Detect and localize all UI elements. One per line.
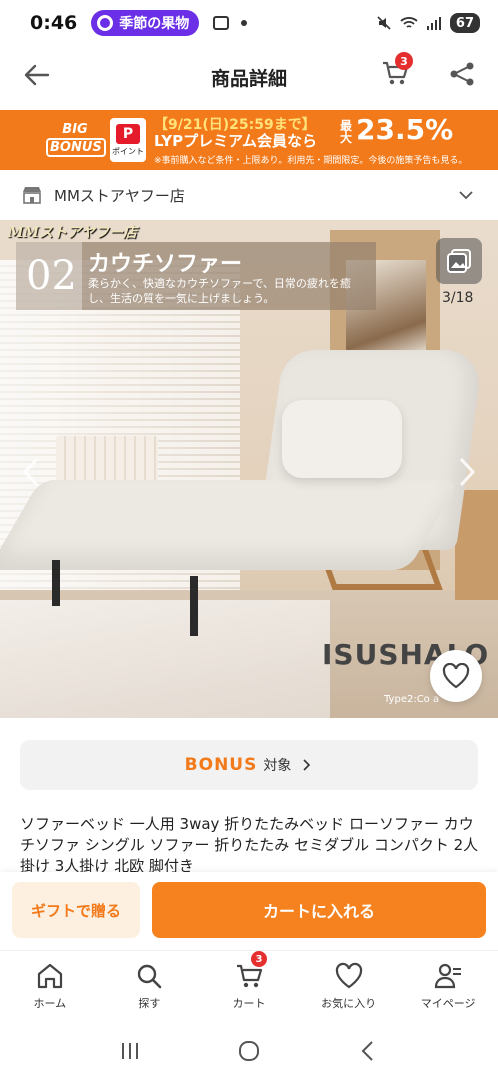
nav-label: ホーム [33, 997, 67, 1010]
home-icon [37, 963, 62, 989]
mute-icon [377, 16, 391, 30]
action-bar: ギフトで贈る カートに入れる [0, 872, 498, 950]
status-time: 0:46 [30, 12, 78, 34]
bottom-nav: ホーム 探す 3 カート お気に入り マイページ [0, 950, 498, 1022]
cart-badge: 3 [395, 52, 413, 70]
banner-note: ※事前購入など条件・上限あり。利用先・期間限定。今後の施策予告も見る。 [154, 156, 468, 166]
banner-percent-block: 最大 23.5% [340, 113, 454, 146]
store-row[interactable]: MMストアヤフー店 [0, 170, 498, 220]
feature-number: 02 [26, 253, 77, 299]
nav-label: お気に入り [321, 997, 377, 1010]
image-counter: 3/18 [442, 290, 474, 306]
battery-indicator: 67 [449, 13, 480, 33]
gift-button[interactable]: ギフトで贈る [12, 882, 140, 938]
feature-description: 柔らかく、快適なカウチソファーで、日常の疲れを癒し、生活の質を一気に上げましょう… [88, 277, 351, 306]
big-bonus-logo: BIG BONUS [46, 123, 106, 157]
home-circle-icon[interactable] [237, 1039, 261, 1063]
search-icon [138, 964, 162, 989]
shop-icon [23, 187, 41, 204]
sofa-seat [0, 480, 460, 570]
paypay-icon: P [116, 123, 140, 144]
page-title: 商品詳細 [210, 67, 287, 90]
status-pill-text: 季節の果物 [119, 16, 190, 32]
status-bar: 0:46 季節の果物 67 [0, 0, 498, 46]
feature-box: 02 カウチソファー 柔らかく、快適なカウチソファーで、日常の疲れを癒し、生活の… [16, 242, 376, 310]
wifi-icon [400, 17, 418, 28]
heart-icon [335, 962, 362, 989]
nav-item-mypage[interactable]: マイページ [398, 951, 498, 1022]
bonus-target-label: 対象 [263, 758, 292, 774]
bonus-target-row[interactable]: BONUS 対象 [20, 740, 478, 790]
nav-label: マイページ [420, 997, 476, 1010]
bonus-logo: BONUS [184, 755, 258, 775]
feature-title: カウチソファー [88, 252, 243, 277]
banner-max-label: 最大 [340, 119, 353, 145]
status-notification-pill[interactable]: 季節の果物 [91, 10, 200, 36]
gallery-icon [447, 249, 471, 273]
sofa-leg [52, 560, 60, 606]
back-arrow-icon[interactable] [22, 60, 52, 90]
share-icon[interactable] [448, 60, 476, 88]
record-icon [97, 15, 114, 31]
user-icon [435, 963, 462, 989]
store-name: MMストアヤフー店 [54, 186, 185, 205]
system-nav [0, 1022, 498, 1080]
nav-item-favorites[interactable]: お気に入り [299, 951, 399, 1022]
add-to-cart-button[interactable]: カートに入れる [152, 882, 486, 938]
chevron-left-icon[interactable] [20, 456, 42, 488]
rug [0, 600, 330, 718]
heart-icon [442, 663, 470, 689]
app-header: 商品詳細 3 [0, 46, 498, 108]
favorite-button[interactable] [430, 650, 482, 702]
back-icon[interactable] [356, 1039, 380, 1063]
signal-icon [426, 17, 441, 30]
banner-percent: 23.5% [356, 113, 454, 146]
nav-item-home[interactable]: ホーム [0, 951, 100, 1022]
nav-label: 探す [138, 997, 161, 1010]
type-label: Type2:Co a [384, 694, 440, 705]
store-watermark: MMストアヤフー店 [8, 225, 137, 241]
sofa-leg [190, 576, 198, 636]
status-right: 67 [376, 13, 480, 33]
cart-badge: 3 [250, 951, 267, 967]
product-title: ソファーベッド 一人用 3way 折りたたみベッド ローソファー カウチソファ … [20, 815, 479, 875]
screenshot-icon [213, 16, 230, 30]
chevron-right-icon[interactable] [456, 456, 478, 488]
recent-apps-icon[interactable] [118, 1039, 142, 1063]
chevron-right-icon [303, 759, 311, 771]
nav-label: カート [232, 997, 266, 1010]
product-image-carousel[interactable]: MMストアヤフー店 02 カウチソファー 柔らかく、快適なカウチソファーで、日常… [0, 220, 498, 718]
paypay-point-logo: P ポイント [110, 118, 146, 162]
chevron-down-icon [459, 191, 473, 200]
gallery-button[interactable] [436, 238, 482, 284]
nav-item-search[interactable]: 探す [100, 951, 200, 1022]
sofa-pillow [282, 400, 402, 478]
notification-dot-icon [241, 20, 248, 26]
promo-banner[interactable]: BIG BONUS P ポイント 【9/21(日)25:59まで】 LYPプレミ… [0, 110, 498, 170]
nav-item-cart[interactable]: 3 カート [199, 951, 299, 1022]
